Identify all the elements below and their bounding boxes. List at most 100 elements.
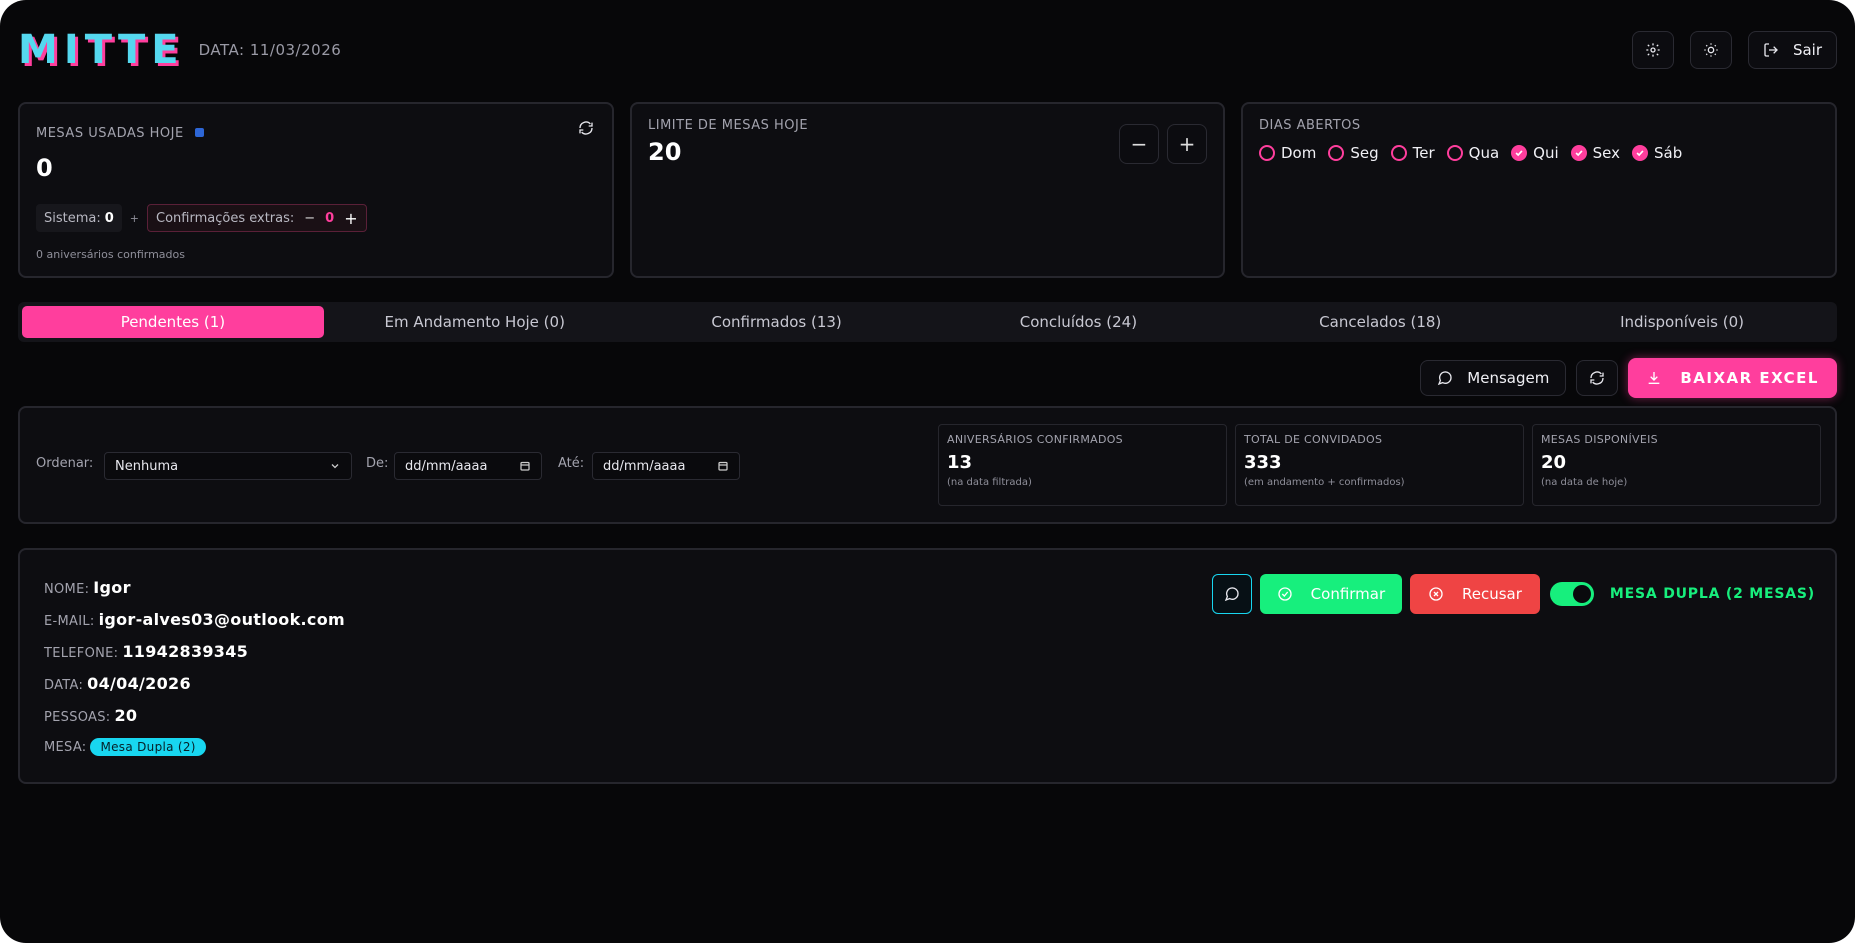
logout-label: Sair <box>1792 41 1822 59</box>
field-label: NOME: <box>44 582 90 597</box>
table-limit-title: LIMITE DE MESAS HOJE <box>648 118 809 133</box>
refresh-list-button[interactable] <box>1576 360 1619 396</box>
calendar-icon <box>520 461 530 471</box>
logout-icon <box>1764 43 1778 57</box>
used-tables-card: MESAS USADAS HOJE 0 Sistema: 0 + Confirm… <box>18 102 614 278</box>
extra-value: 0 <box>325 210 335 226</box>
extra-increment-button[interactable]: + <box>344 209 357 228</box>
plus-sign: + <box>129 211 140 225</box>
chat-bubble-icon <box>1438 371 1452 386</box>
message-label: Mensagem <box>1467 369 1550 387</box>
from-date-placeholder: dd/mm/aaaa <box>405 458 488 474</box>
day-radio-checked[interactable] <box>1511 145 1528 161</box>
tab-unavailable[interactable]: Indisponíveis (0) <box>1531 306 1833 338</box>
day-saturday[interactable]: Sáb <box>1632 144 1682 162</box>
tab-pending[interactable]: Pendentes (1) <box>22 306 324 338</box>
download-icon <box>1648 372 1660 384</box>
system-label: Sistema: <box>44 210 101 226</box>
day-radio[interactable] <box>1446 145 1463 161</box>
stat-total-guests: TOTAL DE CONVIDADOS 333 (em andamento + … <box>1235 424 1524 506</box>
from-date-input[interactable]: dd/mm/aaaa <box>394 452 542 480</box>
stat-birthdays-confirmed: ANIVERSÁRIOS CONFIRMADOS 13 (na data fil… <box>938 424 1227 506</box>
download-excel-button[interactable]: BAIXAR EXCEL <box>1628 358 1837 398</box>
day-label: Qua <box>1468 144 1500 162</box>
tab-cancelled[interactable]: Cancelados (18) <box>1229 306 1531 338</box>
extra-confirmations-chip: Confirmações extras: − 0 + <box>147 204 367 232</box>
logo-letter: I <box>63 27 81 73</box>
stat-value: 20 <box>1541 452 1567 473</box>
check-circle-icon <box>1278 587 1292 601</box>
day-label: Seg <box>1350 144 1379 162</box>
list-actions: Mensagem BAIXAR EXCEL <box>1420 358 1837 398</box>
day-monday[interactable]: Seg <box>1328 144 1379 162</box>
tab-in-progress[interactable]: Em Andamento Hoje (0) <box>324 306 626 338</box>
day-label: Sáb <box>1654 144 1683 162</box>
field-label: DATA: <box>44 678 84 693</box>
confirm-button[interactable]: Confirmar <box>1259 574 1402 614</box>
logo-letter: E <box>151 27 181 73</box>
to-label: Até: <box>558 456 585 471</box>
download-excel-label: BAIXAR EXCEL <box>1680 369 1819 387</box>
day-radio-checked[interactable] <box>1632 145 1649 161</box>
open-days-card: DIAS ABERTOS Dom Seg Ter Qua Qui Sex Sáb <box>1241 102 1837 278</box>
day-label: Ter <box>1412 144 1435 162</box>
day-label: Qui <box>1533 144 1559 162</box>
tab-confirmed[interactable]: Confirmados (13) <box>626 306 928 338</box>
x-circle-icon <box>1429 587 1443 601</box>
day-tuesday[interactable]: Ter <box>1390 144 1435 162</box>
field-value: 04/04/2026 <box>87 674 191 693</box>
double-table-toggle[interactable] <box>1549 582 1594 606</box>
check-icon <box>1575 150 1583 157</box>
refuse-button[interactable]: Recusar <box>1409 574 1540 614</box>
day-radio[interactable] <box>1328 145 1345 161</box>
refresh-icon <box>579 121 593 135</box>
system-value: 0 <box>104 210 114 226</box>
stat-label: MESAS DISPONÍVEIS <box>1541 433 1658 446</box>
limit-decrement-button[interactable]: − <box>1119 124 1159 164</box>
field-date: DATA: 04/04/2026 <box>44 674 191 693</box>
theme-toggle-button[interactable] <box>1689 31 1732 69</box>
stat-subtext: (na data filtrada) <box>947 477 1032 488</box>
field-table: MESA: Mesa Dupla (2) <box>44 738 206 756</box>
extra-decrement-button[interactable]: − <box>304 211 315 226</box>
field-value: Igor <box>93 578 131 597</box>
settings-button[interactable] <box>1631 31 1674 69</box>
tab-completed[interactable]: Concluídos (24) <box>927 306 1229 338</box>
logo-letter: T <box>84 27 114 73</box>
order-label: Ordenar: <box>36 456 94 471</box>
calendar-icon <box>718 461 728 471</box>
extra-label: Confirmações extras: <box>156 210 295 226</box>
stat-value: 13 <box>947 452 973 473</box>
day-wednesday[interactable]: Qua <box>1446 144 1500 162</box>
limit-increment-button[interactable]: + <box>1167 124 1207 164</box>
refresh-used-button[interactable] <box>578 120 594 140</box>
field-label: E-MAIL: <box>44 614 95 629</box>
day-radio-checked[interactable] <box>1570 145 1587 161</box>
refresh-icon <box>1590 371 1604 385</box>
system-chip: Sistema: 0 <box>36 204 122 232</box>
from-label: De: <box>366 456 389 471</box>
day-label: Sex <box>1592 144 1621 162</box>
header: M I T T E DATA: 11/03/2026 Sair <box>18 28 1837 72</box>
day-radio[interactable] <box>1259 145 1275 161</box>
day-radio[interactable] <box>1390 145 1407 161</box>
day-friday[interactable]: Sex <box>1570 144 1621 162</box>
day-sunday[interactable]: Dom <box>1259 144 1316 162</box>
stat-tables-available: MESAS DISPONÍVEIS 20 (na data de hoje) <box>1532 424 1821 506</box>
field-label: PESSOAS: <box>44 710 111 725</box>
table-limit-value: 20 <box>648 138 682 166</box>
check-icon <box>1636 150 1644 157</box>
refuse-label: Recusar <box>1461 585 1522 603</box>
info-icon <box>194 128 204 137</box>
whatsapp-message-button[interactable] <box>1211 574 1252 614</box>
logout-button[interactable]: Sair <box>1747 31 1837 69</box>
to-date-input[interactable]: dd/mm/aaaa <box>592 452 740 480</box>
message-button[interactable]: Mensagem <box>1420 360 1567 396</box>
to-date-placeholder: dd/mm/aaaa <box>603 458 686 474</box>
order-select[interactable]: Nenhuma <box>104 452 352 480</box>
stat-value: 333 <box>1244 452 1282 473</box>
stat-label: TOTAL DE CONVIDADOS <box>1244 433 1383 446</box>
reservation-actions: Confirmar Recusar MESA DUPLA (2 MESAS) <box>1211 574 1815 614</box>
day-thursday[interactable]: Qui <box>1511 144 1559 162</box>
stat-subtext: (na data de hoje) <box>1541 477 1628 488</box>
